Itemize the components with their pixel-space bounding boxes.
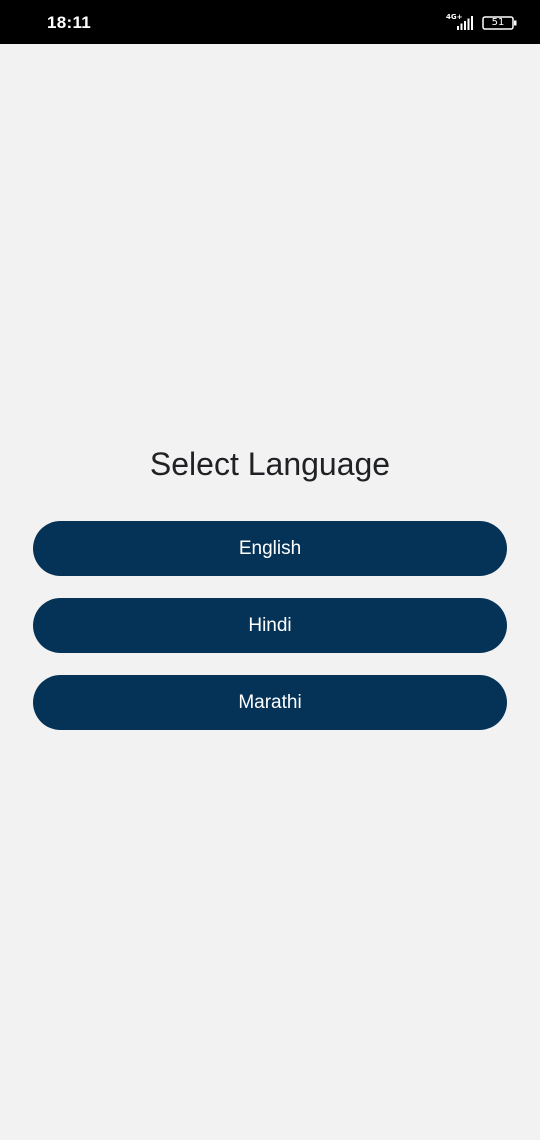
hindi-button[interactable]: Hindi — [33, 598, 507, 653]
marathi-button[interactable]: Marathi — [33, 675, 507, 730]
battery-level: 51 — [491, 17, 505, 28]
status-bar: 18:11 4G+ 51 — [0, 0, 540, 44]
english-button[interactable]: English — [33, 521, 507, 576]
page-title: Select Language — [149, 446, 391, 482]
status-time: 18:11 — [47, 13, 92, 32]
signal-icon — [457, 16, 473, 30]
